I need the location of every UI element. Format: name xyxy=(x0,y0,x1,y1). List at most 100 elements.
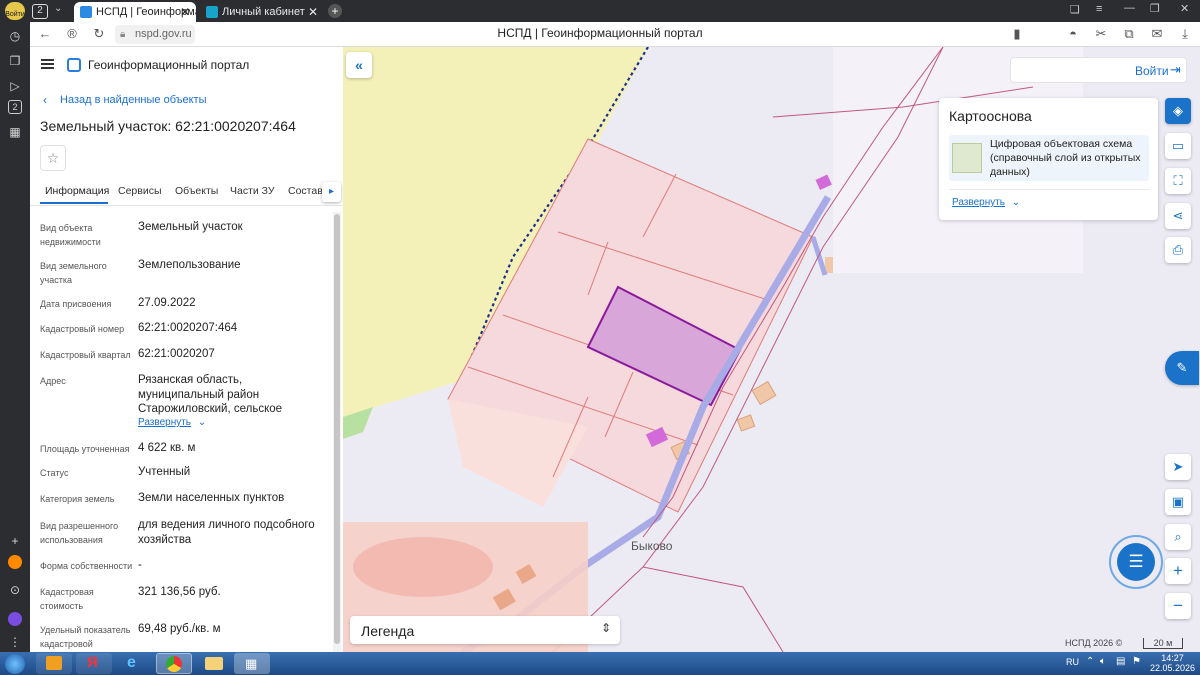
picture-in-picture-icon[interactable]: ▣ xyxy=(1165,489,1191,515)
new-tab-button[interactable]: + xyxy=(328,4,342,18)
value-address: Рязанская область, муниципальный район С… xyxy=(138,374,283,415)
map-view[interactable]: « Войти ⇥ Картооснова Цифровая объектова… xyxy=(343,47,1200,652)
tab-parts[interactable]: Части ЗУ xyxy=(230,185,275,197)
label-cadastral-quarter: Кадастровый квартал xyxy=(40,350,131,360)
label-ownership: Форма собственности xyxy=(40,561,133,571)
media-player-icon[interactable] xyxy=(36,653,72,674)
tab-cabinet[interactable]: Личный кабинет ✕ xyxy=(200,2,324,22)
collections-icon[interactable]: ❏ xyxy=(1070,3,1080,16)
ruler-icon[interactable]: ▭ xyxy=(1165,133,1191,159)
tab-information[interactable]: Информация xyxy=(45,185,109,197)
address-bar: ← ® ↻ 🔒︎ nspd.gov.ru НСПД | Геоинформаци… xyxy=(30,22,1200,47)
panel-scrollbar[interactable] xyxy=(333,212,341,652)
url-field[interactable]: 🔒︎ nspd.gov.ru xyxy=(115,25,195,44)
village-label: Быково xyxy=(631,539,673,553)
chevron-down-icon[interactable]: ⌄ xyxy=(54,3,62,14)
minimize-icon[interactable]: — xyxy=(1124,2,1135,14)
tab-objects[interactable]: Объекты xyxy=(175,185,218,197)
tabs-counter[interactable]: 2 xyxy=(32,4,48,19)
print-icon[interactable]: ⎙ xyxy=(1165,237,1191,263)
search-location-icon[interactable]: ⌕ xyxy=(1165,524,1191,550)
fox-icon[interactable] xyxy=(8,555,22,569)
bookmark-icon[interactable]: ▮ xyxy=(1008,25,1026,43)
menu-icon[interactable]: ≡ xyxy=(1096,3,1102,15)
download-icon[interactable]: ⤓ xyxy=(1176,25,1194,43)
chrome-icon[interactable] xyxy=(156,653,192,674)
value-cadastral-quarter: 62:21:0020207 xyxy=(138,348,215,360)
internet-explorer-icon[interactable]: e xyxy=(116,653,152,674)
grid-icon[interactable]: ▦ xyxy=(5,122,25,142)
masked-area xyxy=(353,537,493,597)
zoom-in-button[interactable]: + xyxy=(1165,558,1191,584)
legend-button[interactable]: Легенда ⇕ xyxy=(350,616,620,644)
tab-services[interactable]: Сервисы xyxy=(118,185,162,197)
label-land-type: Вид земельного участка xyxy=(40,261,107,285)
chevron-left-icon[interactable]: ‹ xyxy=(43,93,47,107)
value-date: 27.09.2022 xyxy=(138,297,196,309)
apps-icon[interactable]: ▦ xyxy=(234,653,270,674)
tabs-scroll-right-icon[interactable]: ▸ xyxy=(322,182,341,202)
flag-icon[interactable]: ⚑ xyxy=(1132,656,1141,667)
chevron-down-icon: ⌄ xyxy=(197,417,207,428)
play-circle-icon[interactable]: ▷ xyxy=(5,76,25,96)
start-button[interactable] xyxy=(5,654,25,674)
value-land-type: Землепользование xyxy=(138,259,241,271)
close-icon[interactable]: ✕ xyxy=(308,2,318,22)
clock-icon[interactable]: ◷ xyxy=(5,26,25,46)
basemap-layer-item[interactable]: Цифровая объектовая схема (справочный сл… xyxy=(949,135,1149,181)
collapse-panel-button[interactable]: « xyxy=(346,52,372,78)
login-button[interactable]: Войти ⇥ xyxy=(1010,57,1187,83)
value-specific-index: 69,48 руб./кв. м xyxy=(138,623,221,635)
network-icon[interactable]: ▤ xyxy=(1116,656,1125,667)
browser-sidebar: Войти ◷ ❐ ▷ 2 ▦ + ⊙ ⋮ xyxy=(0,0,30,652)
circle-o-icon[interactable]: ⊙ xyxy=(5,580,25,600)
profile-icon[interactable]: Войти xyxy=(5,2,25,20)
volume-icon[interactable]: 🔈︎ xyxy=(1100,656,1106,667)
more-icon[interactable]: ⋮ xyxy=(5,632,25,652)
explorer-icon[interactable] xyxy=(196,653,232,674)
window-close-icon[interactable]: ✕ xyxy=(1180,2,1189,15)
badge-2-icon[interactable]: 2 xyxy=(8,100,22,114)
building xyxy=(751,380,777,406)
share-icon[interactable]: ⋖ xyxy=(1165,203,1191,229)
tab-composition[interactable]: Состав xyxy=(288,185,323,197)
alice-icon[interactable] xyxy=(8,612,22,626)
star-icon[interactable]: ☆ xyxy=(40,145,66,171)
clock[interactable]: 14:27 22.05.2026 xyxy=(1150,653,1195,673)
extension-scissors-icon[interactable]: ✂ xyxy=(1092,25,1110,43)
label-specific-index: Удельный показатель кадастровой xyxy=(40,625,131,649)
back-icon[interactable]: ← xyxy=(36,25,54,43)
plus-icon[interactable]: + xyxy=(5,531,25,551)
language-indicator[interactable]: RU xyxy=(1066,657,1079,667)
reload-icon[interactable]: ↻ xyxy=(90,25,108,43)
profile-label: Войти xyxy=(5,11,25,18)
restore-icon[interactable]: ❐ xyxy=(1150,2,1160,15)
select-area-icon[interactable]: ⛶ xyxy=(1165,168,1191,194)
card-divider xyxy=(949,189,1149,190)
scrollbar-thumb[interactable] xyxy=(334,214,340,644)
yandex-icon[interactable]: Я xyxy=(76,653,112,674)
nspd-favicon-icon xyxy=(80,6,92,18)
portal-logo-icon xyxy=(67,58,81,72)
address-expand-link[interactable]: Развернуть ⌄ xyxy=(138,417,206,428)
layers-icon[interactable]: ◈ xyxy=(1165,98,1191,124)
copy-icon[interactable]: ❐ xyxy=(5,51,25,71)
close-icon[interactable]: ✕ xyxy=(180,2,190,22)
tray-arrow-icon[interactable]: ⌃ xyxy=(1086,656,1094,667)
basemap-expand-link[interactable]: Развернуть ⌄ xyxy=(952,197,1020,208)
extension-hat-icon[interactable]: ◓ xyxy=(1064,25,1082,43)
extension-mail-icon[interactable]: ✉ xyxy=(1148,25,1166,43)
chat-button[interactable]: ☰ xyxy=(1117,543,1155,581)
tab-nspd[interactable]: НСПД | Геоинформацио ✕ xyxy=(74,2,196,22)
value-area: 4 622 кв. м xyxy=(138,442,196,454)
location-arrow-icon[interactable]: ➤ xyxy=(1165,454,1191,480)
back-to-results-link[interactable]: Назад в найденные объекты xyxy=(60,94,207,106)
zoom-out-button[interactable]: − xyxy=(1165,593,1191,619)
building xyxy=(815,174,832,190)
hamburger-menu-icon[interactable] xyxy=(41,59,54,69)
lock-icon: 🔒︎ xyxy=(120,29,126,40)
label-permitted-use: Вид разрешенного использования xyxy=(40,521,119,545)
shield-icon[interactable]: ® xyxy=(63,25,81,43)
extension-box-icon[interactable]: ⧉ xyxy=(1120,25,1138,43)
help-chat-icon[interactable]: ✎ xyxy=(1165,351,1199,385)
